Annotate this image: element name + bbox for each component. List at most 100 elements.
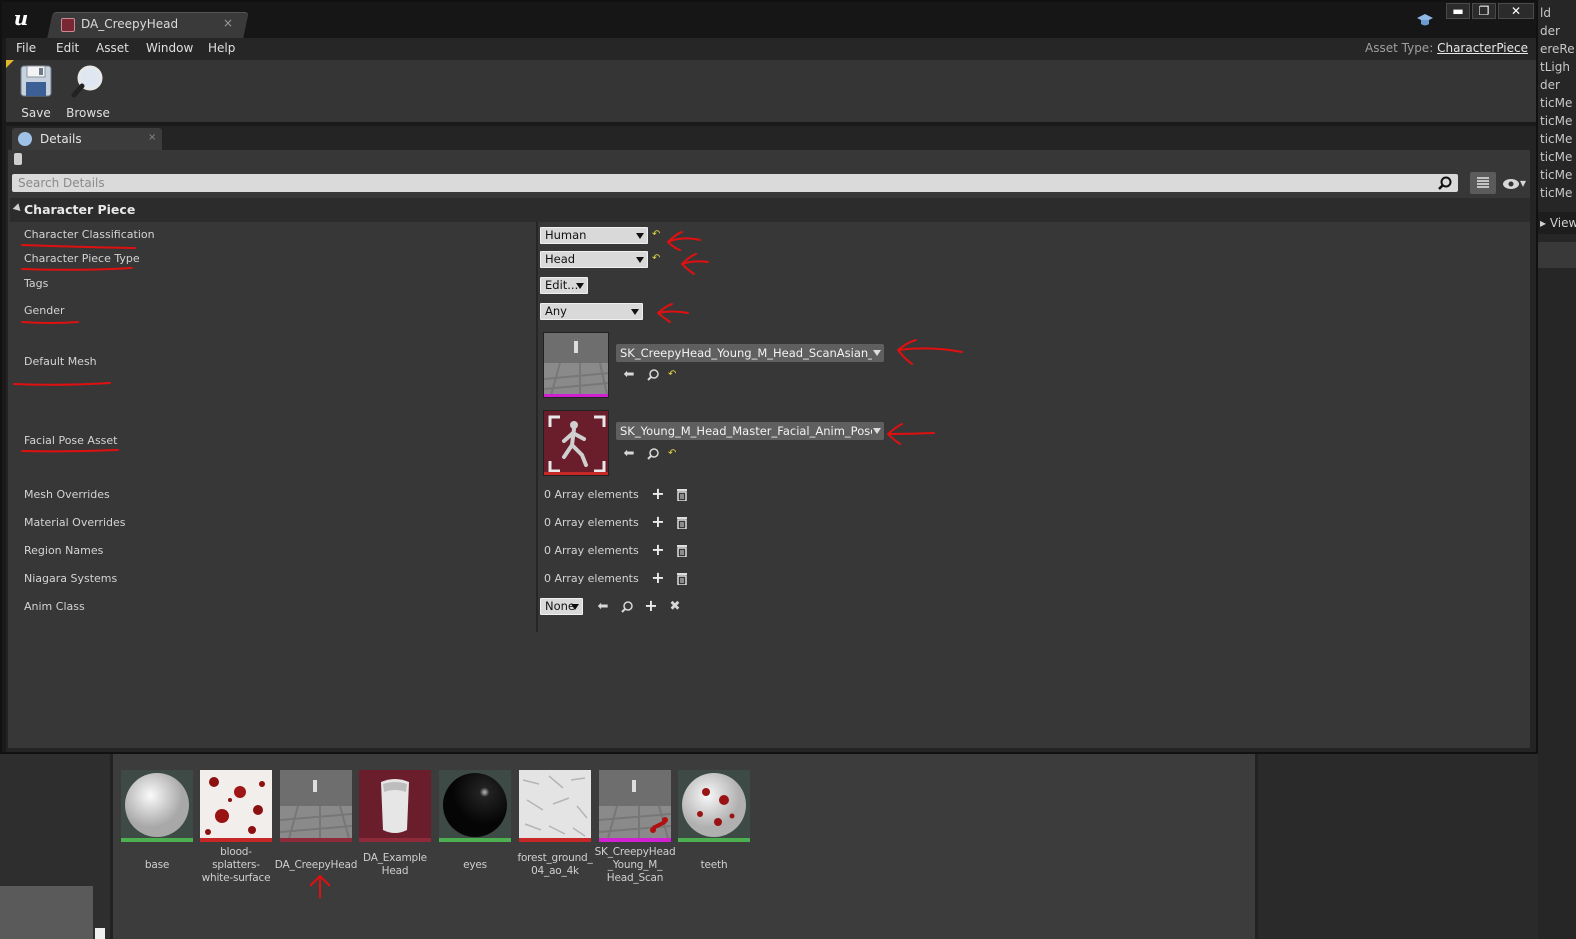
add-element-icon[interactable]: +	[651, 542, 665, 558]
document-tab-label: DA_CreepyHead	[81, 17, 179, 31]
outliner-item[interactable]: ticMe	[1540, 112, 1572, 130]
material-overrides-count: 0 Array elements	[544, 516, 639, 529]
resize-handle[interactable]	[95, 928, 105, 939]
eye-caret-icon: ▾	[1520, 176, 1527, 190]
asset-tile-forest-ground[interactable]: forest_ground_ 04_ao_4k	[517, 770, 593, 885]
asset-tile-blood-splatters[interactable]: blood-splatters-white-surface	[200, 770, 272, 885]
view-options-list-button[interactable]	[1470, 172, 1496, 194]
add-class-icon[interactable]: +	[644, 598, 658, 614]
asset-tile-eyes[interactable]: eyes	[439, 770, 511, 885]
browse-magnifier-icon[interactable]	[620, 600, 634, 614]
reset-to-default-icon[interactable]: ↶	[668, 370, 678, 380]
outliner-item[interactable]: ticMe	[1540, 184, 1572, 202]
asset-label: base	[144, 858, 170, 871]
asset-tile-da-example-head[interactable]: DA_Example Head	[359, 770, 431, 885]
menu-asset[interactable]: Asset	[96, 41, 129, 55]
graduation-cap-icon[interactable]	[1416, 12, 1434, 28]
browse-magnifier-icon[interactable]	[646, 368, 660, 382]
dropdown-arrow-icon	[636, 257, 644, 263]
outliner-item[interactable]: tLigh	[1540, 58, 1570, 76]
search-icon[interactable]	[1438, 176, 1452, 190]
search-details-box	[12, 174, 1458, 192]
anim-class-dropdown[interactable]: None	[540, 598, 583, 615]
dropdown-arrow-icon	[631, 309, 639, 315]
asset-tile-teeth[interactable]: teeth	[678, 770, 750, 885]
minimize-button[interactable]: ▬	[1446, 3, 1470, 19]
tags-edit-dropdown[interactable]: Edit...	[540, 277, 588, 294]
menu-file[interactable]: File	[16, 41, 36, 55]
reset-to-default-icon[interactable]: ↶	[652, 254, 662, 264]
asset-type-bar	[280, 838, 352, 842]
outliner-item[interactable]: ld	[1540, 4, 1551, 22]
trash-icon[interactable]	[676, 572, 688, 585]
asset-label: SK_CreepyHead _Young_M_ Head_Scan	[594, 845, 676, 884]
browse-magnifier-icon[interactable]	[646, 447, 660, 461]
data-asset-icon	[61, 18, 75, 32]
dropdown-value: Edit...	[545, 278, 579, 292]
use-selected-arrow-icon[interactable]: ⬅	[622, 368, 636, 382]
outliner-item[interactable]: der	[1540, 76, 1560, 94]
reset-to-default-icon[interactable]: ↶	[668, 449, 678, 459]
document-tab[interactable]: DA_CreepyHead ×	[57, 12, 242, 38]
asset-type-bar	[599, 838, 671, 842]
use-selected-arrow-icon[interactable]: ⬅	[596, 600, 610, 614]
view-options-button[interactable]: ▸ View	[1538, 212, 1576, 234]
outliner-selection	[1538, 242, 1576, 268]
default-mesh-thumbnail[interactable]	[543, 332, 609, 398]
white-sphere-thumbnail	[121, 770, 193, 842]
gender-dropdown[interactable]: Any	[540, 303, 643, 320]
outliner-item[interactable]: ticMe	[1540, 166, 1572, 184]
asset-tile-base[interactable]: base	[121, 770, 193, 885]
save-button[interactable]: Save	[10, 64, 62, 120]
trash-icon[interactable]	[676, 544, 688, 557]
default-mesh-dropdown[interactable]: SK_CreepyHead_Young_M_Head_ScanAsian_Mas…	[616, 344, 884, 362]
clear-icon[interactable]: ✖	[668, 600, 682, 614]
asset-label: teeth	[700, 858, 728, 871]
asset-tile-da-creepyhead[interactable]: DA_CreepyHead	[275, 770, 357, 885]
sources-panel-block	[0, 886, 93, 939]
reset-to-default-icon[interactable]: ↶	[652, 230, 662, 240]
tab-details[interactable]: Details ×	[12, 128, 162, 150]
label-facial-pose-asset: Facial Pose Asset	[24, 434, 118, 447]
use-selected-arrow-icon[interactable]: ⬅	[622, 447, 636, 461]
blood-splatter-thumbnail	[200, 770, 272, 842]
add-element-icon[interactable]: +	[651, 486, 665, 502]
dropdown-value: Head	[545, 252, 576, 266]
character-piece-type-dropdown[interactable]: Head	[540, 251, 648, 268]
facial-pose-asset-dropdown[interactable]: SK_Young_M_Head_Master_Facial_Anim_PoseA…	[616, 422, 884, 440]
maximize-button[interactable]: ❐	[1472, 3, 1496, 19]
close-window-button[interactable]: ✕	[1498, 3, 1534, 19]
outliner-item[interactable]: ticMe	[1540, 148, 1572, 166]
add-element-icon[interactable]: +	[651, 570, 665, 586]
menu-edit[interactable]: Edit	[56, 41, 79, 55]
tab-close-icon[interactable]: ×	[148, 132, 156, 143]
lock-icon[interactable]	[14, 153, 22, 165]
outliner-item[interactable]: der	[1540, 22, 1560, 40]
details-tab-label: Details	[40, 132, 82, 146]
title-bar[interactable]: u DA_CreepyHead × ▬ ❐ ✕	[2, 2, 1536, 38]
search-input[interactable]	[18, 175, 1418, 191]
label-character-piece-type: Character Piece Type	[24, 252, 140, 265]
collapse-arrow-icon	[12, 203, 24, 214]
outliner-item[interactable]: ticMe	[1540, 130, 1572, 148]
tab-close-icon[interactable]: ×	[223, 16, 233, 30]
facial-pose-asset-thumbnail[interactable]	[543, 410, 609, 476]
outliner-item[interactable]: ereRe	[1540, 40, 1575, 58]
dropdown-arrow-icon	[571, 604, 579, 610]
eye-visibility-button[interactable]: ▾	[1502, 176, 1532, 190]
add-element-icon[interactable]: +	[651, 514, 665, 530]
trash-icon[interactable]	[676, 488, 688, 501]
column-splitter[interactable]	[536, 222, 538, 632]
unreal-logo-icon: u	[13, 6, 29, 30]
trash-icon[interactable]	[676, 516, 688, 529]
asset-tile-sk-creepyhead[interactable]: SK_CreepyHead _Young_M_ Head_Scan	[594, 770, 676, 885]
label-region-names: Region Names	[24, 544, 104, 557]
browse-button[interactable]: Browse	[62, 64, 114, 120]
category-character-piece[interactable]: Character Piece	[10, 198, 1530, 222]
asset-label: DA_Example Head	[363, 852, 427, 877]
menu-help[interactable]: Help	[208, 41, 235, 55]
outliner-item[interactable]: ticMe	[1540, 94, 1572, 112]
asset-type-link[interactable]: CharacterPiece	[1437, 41, 1528, 55]
character-classification-dropdown[interactable]: Human	[540, 227, 648, 244]
menu-window[interactable]: Window	[146, 41, 193, 55]
